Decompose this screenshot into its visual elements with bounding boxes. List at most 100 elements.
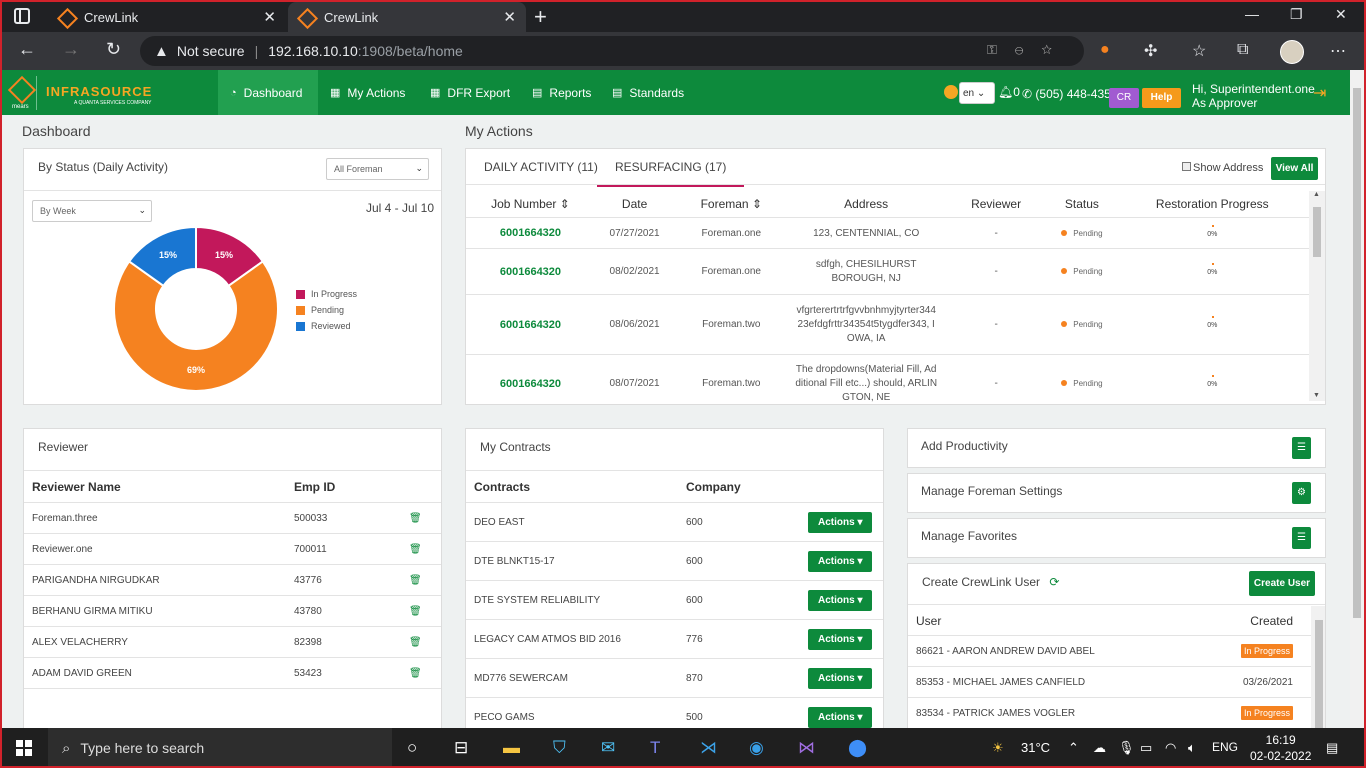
nav-reports[interactable]: ▤ Reports	[520, 70, 603, 115]
col-job-number[interactable]: Job Number ⇕	[466, 197, 595, 211]
file-explorer-icon[interactable]: ▬	[503, 738, 520, 758]
cortana-icon[interactable]: ○	[407, 738, 417, 758]
language-select[interactable]: en ⌄	[959, 82, 995, 104]
windows-start-icon[interactable]	[16, 740, 32, 756]
trash-icon[interactable]: 🗑︎	[409, 575, 422, 586]
trash-icon[interactable]: 🗑︎	[409, 637, 422, 648]
gear-icon[interactable]: ⚙	[1292, 482, 1311, 504]
notifications-button[interactable]: 🔔︎0	[998, 85, 1020, 99]
help-button[interactable]: Help	[1142, 88, 1181, 108]
extensions-icon[interactable]: ✣	[1144, 41, 1157, 61]
actions-dropdown-button[interactable]: Actions ▾	[808, 706, 873, 728]
edge-icon[interactable]: ◉	[749, 738, 764, 758]
view-all-button[interactable]: View All	[1271, 157, 1318, 180]
teams-icon[interactable]: T	[650, 738, 660, 758]
close-icon[interactable]: ✕	[503, 8, 516, 26]
language-indicator[interactable]: ENG	[1212, 740, 1238, 754]
page-scrollbar[interactable]	[1350, 70, 1364, 728]
table-row[interactable]: 85353 - MICHAEL JAMES CANFIELD 03/26/2021	[908, 667, 1311, 698]
table-row[interactable]: 86621 - AARON ANDREW DAVID ABEL In Progre…	[908, 636, 1311, 667]
actions-dropdown-button[interactable]: Actions ▾	[808, 511, 873, 533]
job-number-link[interactable]: 6001664320	[466, 227, 595, 239]
scroll-thumb[interactable]	[1353, 88, 1361, 618]
trash-icon[interactable]: 🗑︎	[409, 606, 422, 617]
visual-studio-icon[interactable]: ⋈	[798, 738, 815, 758]
scroll-thumb[interactable]	[1313, 207, 1321, 257]
users-scrollbar[interactable]	[1311, 606, 1325, 728]
table-row[interactable]: 6001664320 08/07/2021 Foreman.two The dr…	[466, 355, 1309, 404]
cr-button[interactable]: CR	[1109, 88, 1139, 108]
restore-icon[interactable]: ❐	[1290, 6, 1303, 23]
onedrive-icon[interactable]: ☁	[1093, 740, 1106, 756]
scroll-thumb[interactable]	[1315, 620, 1323, 728]
maps-icon[interactable]: ⬤	[848, 738, 867, 758]
weather-icon[interactable]: ☀	[992, 740, 1004, 756]
actions-dropdown-button[interactable]: Actions ▾	[808, 550, 873, 572]
logout-icon[interactable]: ⇥	[1313, 83, 1326, 103]
zoom-icon[interactable]: ⊖	[1015, 42, 1041, 57]
trash-icon[interactable]: 🗑︎	[409, 668, 422, 679]
job-number-link[interactable]: 6001664320	[466, 319, 595, 331]
nav-standards[interactable]: ▤ Standards	[600, 70, 696, 115]
list-icon[interactable]: ☰	[1292, 437, 1311, 459]
actions-dropdown-button[interactable]: Actions ▾	[808, 628, 873, 650]
address-bar[interactable]: ▲ Not secure | 192.168.10.10:1908/beta/h…	[140, 36, 1084, 66]
microphone-icon[interactable]: 🎙︎	[1118, 740, 1135, 756]
job-number-link[interactable]: 6001664320	[466, 378, 595, 390]
nav-dashboard[interactable]: ◔ Dashboard	[218, 70, 318, 115]
nav-dfr-export[interactable]: ▦ DFR Export	[418, 70, 522, 115]
tab-resurfacing[interactable]: RESURFACING (17)	[596, 160, 745, 187]
wifi-icon[interactable]: ◠	[1165, 740, 1176, 756]
created-cell: In Progress	[1208, 643, 1303, 658]
key-icon[interactable]: ⚿	[987, 42, 1015, 57]
foreman-select[interactable]: All Foreman ⌄	[326, 158, 429, 180]
show-address-checkbox[interactable]	[1182, 162, 1191, 171]
browser-tab-active[interactable]: CrewLink ✕	[288, 2, 526, 32]
window-close-icon[interactable]: ✕	[1335, 6, 1347, 23]
profile-avatar[interactable]	[1280, 40, 1304, 64]
favorites-icon[interactable]: ☆	[1192, 41, 1206, 61]
table-row[interactable]: 6001664320 08/02/2021 Foreman.one sdfgh,…	[466, 249, 1309, 295]
trash-icon[interactable]: 🗑︎	[409, 544, 422, 555]
create-user-button[interactable]: Create User	[1249, 571, 1315, 596]
chevron-up-icon[interactable]: ⌃	[1068, 740, 1079, 756]
clock[interactable]: 16:19 02-02-2022	[1250, 732, 1311, 764]
mail-icon[interactable]: ✉	[601, 738, 615, 758]
actions-dropdown-button[interactable]: Actions ▾	[808, 667, 873, 689]
scroll-down-icon[interactable]: ▼	[1313, 392, 1320, 399]
extension-icon[interactable]: ●	[1100, 41, 1110, 59]
battery-icon[interactable]: ▭	[1140, 740, 1152, 756]
favorite-add-icon[interactable]: ☆	[1041, 42, 1070, 57]
refresh-icon[interactable]: ⟳	[1049, 575, 1059, 589]
browser-tab[interactable]: CrewLink ✕	[48, 2, 286, 32]
back-icon[interactable]: ←	[18, 39, 36, 60]
job-number-link[interactable]: 6001664320	[466, 266, 595, 278]
actions-scrollbar[interactable]: ▲ ▼	[1309, 191, 1325, 401]
table-row[interactable]: 6001664320 07/27/2021 Foreman.one 123, C…	[466, 218, 1309, 249]
create-user-header: Create CrewLink User ⟳ Create User	[908, 564, 1325, 605]
volume-icon[interactable]: 🔈︎	[1188, 740, 1196, 756]
close-icon[interactable]: ✕	[263, 8, 276, 26]
new-tab-icon[interactable]: +	[534, 4, 547, 30]
task-view-icon[interactable]: ⊟	[454, 738, 468, 758]
tab-daily-activity[interactable]: DAILY ACTIVITY (11)	[484, 160, 598, 174]
store-icon[interactable]: ⛉	[553, 738, 566, 758]
taskbar-search[interactable]: ⌕ Type here to search	[48, 728, 392, 768]
col-foreman[interactable]: Foreman ⇕	[674, 197, 788, 211]
list-icon[interactable]: ☰	[1292, 527, 1311, 549]
vscode-icon[interactable]: ⋊	[700, 738, 717, 758]
table-row[interactable]: 6001664320 08/06/2021 Foreman.two vfgrte…	[466, 295, 1309, 355]
minimize-icon[interactable]: —	[1245, 6, 1259, 22]
more-icon[interactable]: ⋯	[1330, 41, 1346, 61]
table-row[interactable]: 83534 - PATRICK JAMES VOGLER In Progress	[908, 698, 1311, 728]
scroll-up-icon[interactable]: ▲	[1313, 191, 1320, 198]
trash-icon[interactable]: 🗑︎	[409, 513, 422, 524]
reload-icon[interactable]: ↻	[106, 39, 121, 60]
role-text: As Approver	[1192, 96, 1258, 110]
forward-icon[interactable]: →	[62, 39, 80, 60]
actions-dropdown-button[interactable]: Actions ▾	[808, 589, 873, 611]
tab-actions-icon[interactable]	[14, 8, 30, 24]
collections-icon[interactable]: ⧉	[1237, 41, 1248, 59]
nav-my-actions[interactable]: ▦ My Actions	[318, 70, 417, 115]
notifications-icon[interactable]: ▤	[1326, 740, 1338, 756]
